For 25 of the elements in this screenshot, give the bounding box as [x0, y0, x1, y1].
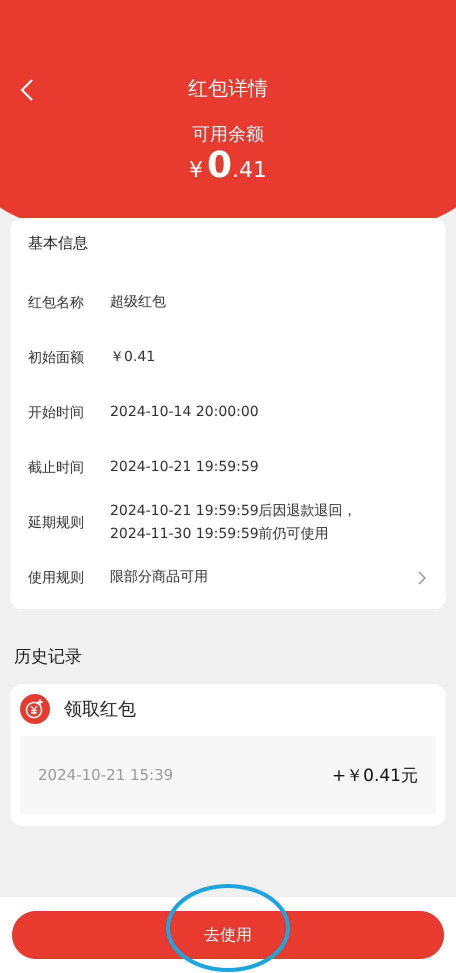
- field-value: 2024-10-21 19:59:59: [110, 458, 260, 478]
- record-amount: +￥0.41元: [332, 764, 418, 786]
- section-title: 历史记录: [14, 646, 83, 668]
- field-label: 截止时间: [28, 458, 85, 476]
- field-label: 初始面额: [28, 348, 85, 366]
- page-title: 红包详情: [188, 74, 268, 102]
- back-icon: [20, 78, 34, 102]
- chevron-icon: [418, 570, 426, 584]
- field-value: 超级红包: [110, 293, 167, 312]
- coin-icon: [20, 694, 50, 724]
- field-label: 延期规则: [28, 514, 85, 532]
- field-label: 红包名称: [28, 294, 85, 312]
- balance-amount: ¥0.41: [188, 148, 268, 184]
- balance-label: 可用余额: [192, 123, 264, 146]
- field-label: 使用规则: [28, 568, 85, 586]
- rule-row[interactable]: 使用规则 限部分商品可用: [28, 550, 428, 605]
- field-value: 2024-10-14 20:00:00: [110, 403, 260, 422]
- field-value: 2024-10-21 19:59:59后因退款退回， 2024-11-30 19:59:59前仍可使用: [110, 502, 358, 544]
- record-time: 2024-10-21 15:39: [38, 766, 174, 784]
- history-title: 领取红包: [64, 698, 136, 721]
- field-label: 开始时间: [28, 404, 85, 422]
- field-value: ￥0.41: [110, 348, 156, 368]
- use-button[interactable]: 去使用: [12, 911, 444, 959]
- section-title: 基本信息: [28, 233, 89, 254]
- field-value: 限部分商品可用: [110, 568, 209, 588]
